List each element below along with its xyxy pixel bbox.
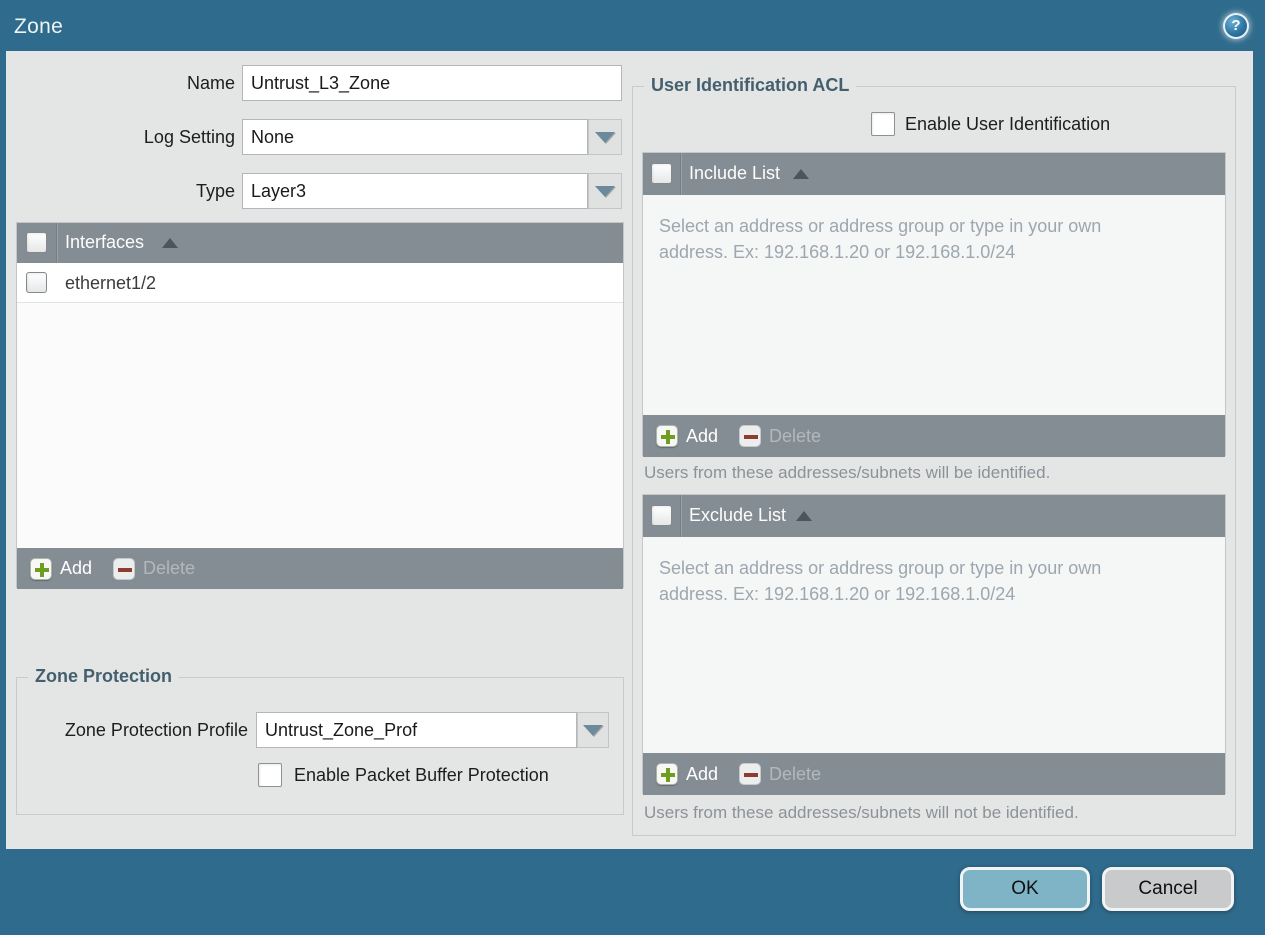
include-list-column-header[interactable]: Include List bbox=[689, 163, 780, 184]
zone-protection-profile-label: Zone Protection Profile bbox=[64, 720, 248, 740]
exclude-list-footer: Add Delete bbox=[643, 753, 1225, 795]
include-list-header: Include List bbox=[643, 153, 1225, 195]
delete-button-label: Delete bbox=[769, 425, 822, 446]
interfaces-table-footer: Add Delete bbox=[17, 548, 623, 589]
type-input[interactable] bbox=[242, 173, 588, 209]
log-setting-input[interactable] bbox=[242, 119, 588, 155]
exclude-list-column-header[interactable]: Exclude List bbox=[689, 505, 786, 526]
cancel-button[interactable]: Cancel bbox=[1102, 867, 1234, 911]
add-interface-button[interactable]: Add bbox=[30, 557, 93, 580]
add-button-label: Add bbox=[686, 763, 719, 784]
sort-ascending-icon[interactable] bbox=[796, 511, 812, 521]
delete-button-label: Delete bbox=[143, 558, 196, 578]
table-row[interactable]: ethernet1/2 bbox=[17, 263, 623, 303]
zone-protection-legend: Zone Protection bbox=[28, 666, 180, 687]
zone-dialog-window: Zone ? Name Log Setting Type Interfaces … bbox=[0, 0, 1265, 935]
name-label: Name bbox=[186, 73, 235, 93]
delete-include-button[interactable]: Delete bbox=[739, 425, 821, 447]
exclude-list-body[interactable]: Select an address or address group or ty… bbox=[643, 537, 1225, 753]
add-plus-icon bbox=[656, 763, 678, 785]
delete-minus-icon bbox=[739, 763, 761, 785]
enable-user-identification-checkbox[interactable] bbox=[871, 112, 895, 136]
zone-protection-profile-input[interactable] bbox=[256, 712, 577, 748]
sort-ascending-icon[interactable] bbox=[793, 169, 809, 179]
add-button-label: Add bbox=[60, 558, 93, 578]
chevron-down-icon bbox=[595, 186, 615, 198]
column-divider bbox=[57, 223, 58, 263]
interfaces-column-header[interactable]: Interfaces bbox=[65, 232, 144, 253]
add-plus-icon bbox=[30, 557, 52, 580]
include-list-footer: Add Delete bbox=[643, 415, 1225, 457]
interface-row-checkbox[interactable] bbox=[26, 272, 47, 293]
include-select-all-checkbox[interactable] bbox=[651, 163, 672, 184]
help-icon[interactable]: ? bbox=[1223, 13, 1249, 39]
dialog-title: Zone bbox=[14, 15, 64, 38]
ok-button[interactable]: OK bbox=[960, 867, 1090, 911]
interfaces-table-header: Interfaces bbox=[17, 223, 623, 263]
exclude-list-placeholder: Select an address or address group or ty… bbox=[659, 558, 1102, 604]
include-list-table: Include List Select an address or addres… bbox=[642, 152, 1226, 457]
name-input[interactable] bbox=[242, 65, 622, 101]
include-list-caption: Users from these addresses/subnets will … bbox=[644, 463, 1051, 482]
column-divider bbox=[681, 495, 682, 537]
chevron-down-icon bbox=[583, 725, 603, 737]
add-include-button[interactable]: Add bbox=[656, 425, 718, 447]
interface-name: ethernet1/2 bbox=[65, 273, 157, 293]
exclude-list-caption: Users from these addresses/subnets will … bbox=[644, 803, 1079, 822]
interfaces-table-empty-area bbox=[17, 303, 623, 548]
exclude-list-table: Exclude List Select an address or addres… bbox=[642, 494, 1226, 795]
packet-buffer-protection-label: Enable Packet Buffer Protection bbox=[294, 765, 549, 785]
add-exclude-button[interactable]: Add bbox=[656, 763, 718, 785]
log-setting-label: Log Setting bbox=[143, 127, 235, 147]
packet-buffer-protection-checkbox[interactable] bbox=[258, 763, 282, 787]
exclude-list-header: Exclude List bbox=[643, 495, 1225, 537]
delete-minus-icon bbox=[113, 557, 135, 580]
include-list-placeholder: Select an address or address group or ty… bbox=[659, 216, 1102, 262]
chevron-down-icon bbox=[595, 132, 615, 144]
delete-button-label: Delete bbox=[769, 763, 822, 784]
type-dropdown-button[interactable] bbox=[588, 173, 622, 209]
add-button-label: Add bbox=[686, 425, 719, 446]
add-plus-icon bbox=[656, 425, 678, 447]
delete-exclude-button[interactable]: Delete bbox=[739, 763, 821, 785]
log-setting-dropdown-button[interactable] bbox=[588, 119, 622, 155]
user-identification-acl-legend: User Identification ACL bbox=[644, 75, 857, 96]
delete-interface-button[interactable]: Delete bbox=[113, 557, 196, 580]
column-divider bbox=[681, 153, 682, 195]
dialog-body: Name Log Setting Type Interfaces etherne… bbox=[6, 51, 1253, 849]
delete-minus-icon bbox=[739, 425, 761, 447]
interfaces-table: Interfaces ethernet1/2 Add Delete bbox=[16, 222, 624, 589]
include-list-body[interactable]: Select an address or address group or ty… bbox=[643, 195, 1225, 415]
enable-user-identification-label: Enable User Identification bbox=[905, 114, 1111, 134]
zone-protection-profile-dropdown-button[interactable] bbox=[577, 712, 609, 748]
sort-ascending-icon[interactable] bbox=[162, 238, 178, 248]
type-label: Type bbox=[195, 181, 235, 201]
exclude-select-all-checkbox[interactable] bbox=[651, 505, 672, 526]
interfaces-select-all-checkbox[interactable] bbox=[26, 232, 47, 253]
